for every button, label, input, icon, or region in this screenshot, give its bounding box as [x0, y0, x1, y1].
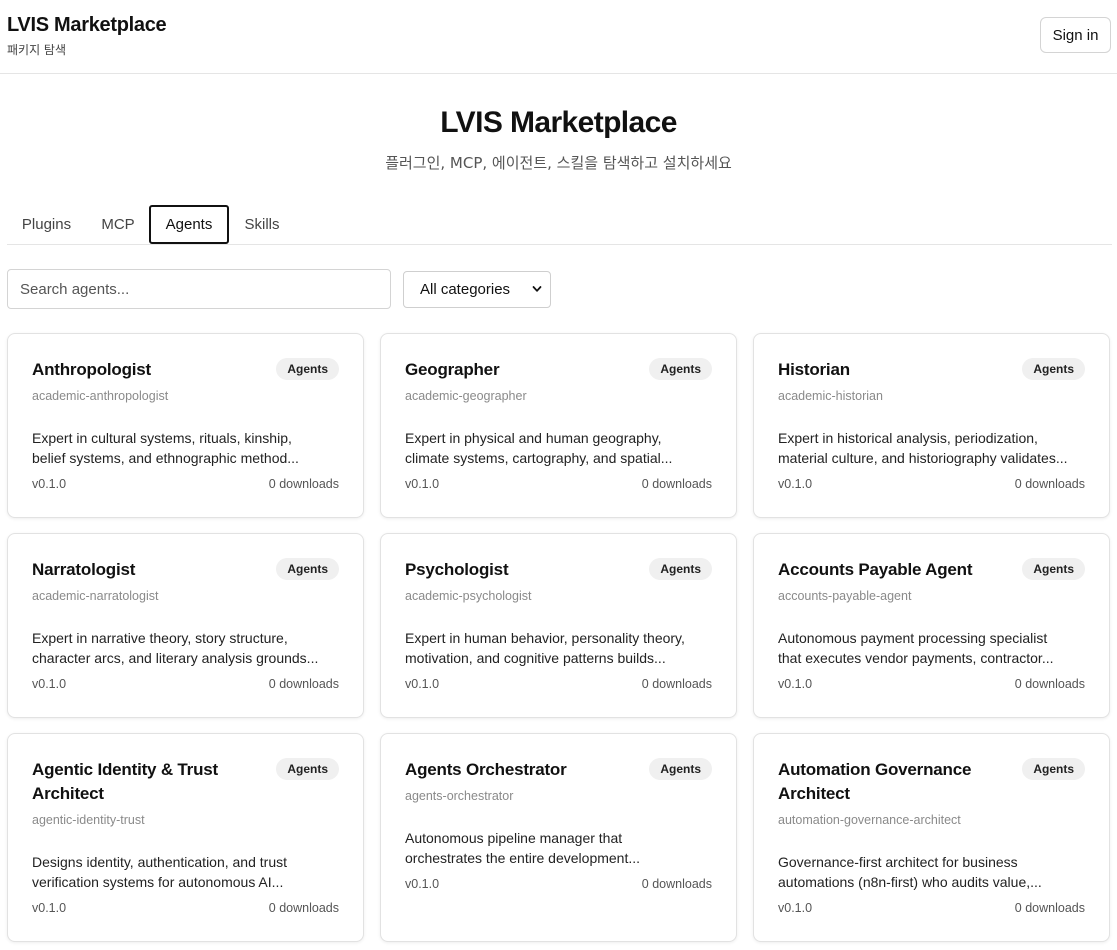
type-badge: Agents	[276, 758, 339, 780]
card-title[interactable]: Narratologist	[32, 558, 252, 582]
page-subtitle: 플러그인, MCP, 에이전트, 스킬을 탐색하고 설치하세요	[385, 154, 732, 172]
brand-title[interactable]: LVIS Marketplace	[7, 14, 167, 37]
type-badge: Agents	[1022, 358, 1085, 380]
page-title: LVIS Marketplace	[440, 106, 677, 139]
card-version: v0.1.0	[32, 901, 67, 915]
card-downloads: 0 downloads	[1014, 477, 1085, 491]
card-description: Expert in physical and human geography, c…	[405, 430, 673, 466]
card-description: Designs identity, authentication, and tr…	[32, 854, 288, 890]
card-downloads: 0 downloads	[268, 677, 339, 691]
card-version: v0.1.0	[778, 477, 813, 491]
category-tabs: Plugins MCP Agents Skills	[7, 205, 1112, 245]
card-version: v0.1.0	[778, 677, 813, 691]
package-card[interactable]: Anthropologist Agents academic-anthropol…	[7, 333, 364, 518]
type-badge: Agents	[276, 358, 339, 380]
card-version: v0.1.0	[405, 877, 440, 891]
card-downloads: 0 downloads	[1014, 677, 1085, 691]
card-version: v0.1.0	[405, 477, 440, 491]
package-card[interactable]: Historian Agents academic-historian Expe…	[753, 333, 1110, 518]
type-badge: Agents	[1022, 758, 1085, 780]
card-slug: academic-geographer	[405, 389, 527, 403]
card-title[interactable]: Agents Orchestrator	[405, 758, 625, 782]
chevron-down-icon	[532, 286, 542, 292]
card-downloads: 0 downloads	[641, 877, 712, 891]
card-title[interactable]: Anthropologist	[32, 358, 252, 382]
card-title[interactable]: Agentic Identity & Trust Architect	[32, 758, 252, 806]
card-version: v0.1.0	[405, 677, 440, 691]
card-description: Autonomous pipeline manager that orchestr…	[405, 830, 641, 866]
type-badge: Agents	[649, 758, 712, 780]
card-version: v0.1.0	[778, 901, 813, 915]
card-slug: academic-historian	[778, 389, 883, 403]
tab-skills[interactable]: Skills	[233, 205, 291, 244]
card-title[interactable]: Automation Governance Architect	[778, 758, 998, 806]
tab-agents[interactable]: Agents	[149, 205, 229, 244]
card-description: Governance-first architect for business a…	[778, 854, 1042, 890]
card-slug: automation-governance-architect	[778, 813, 961, 827]
category-select[interactable]: All categories	[403, 271, 551, 308]
card-description: Expert in historical analysis, periodiza…	[778, 430, 1068, 466]
tab-plugins[interactable]: Plugins	[7, 205, 86, 244]
card-description: Autonomous payment processing specialist…	[778, 630, 1054, 666]
search-input[interactable]	[7, 269, 391, 309]
card-description: Expert in human behavior, personality th…	[405, 630, 685, 666]
card-slug: accounts-payable-agent	[778, 589, 912, 603]
card-description: Expert in narrative theory, story struct…	[32, 630, 319, 666]
type-badge: Agents	[649, 358, 712, 380]
package-card[interactable]: Psychologist Agents academic-psychologis…	[380, 533, 737, 718]
sign-in-button[interactable]: Sign in	[1040, 17, 1111, 53]
card-title[interactable]: Historian	[778, 358, 998, 382]
card-version: v0.1.0	[32, 677, 67, 691]
package-card[interactable]: Agentic Identity & Trust Architect Agent…	[7, 733, 364, 942]
card-title[interactable]: Geographer	[405, 358, 625, 382]
brand-subtitle: 패키지 탐색	[7, 43, 67, 57]
card-slug: agents-orchestrator	[405, 789, 514, 803]
card-slug: academic-psychologist	[405, 589, 532, 603]
card-downloads: 0 downloads	[1014, 901, 1085, 915]
card-slug: academic-anthropologist	[32, 389, 169, 403]
package-card[interactable]: Narratologist Agents academic-narratolog…	[7, 533, 364, 718]
type-badge: Agents	[276, 558, 339, 580]
package-card[interactable]: Geographer Agents academic-geographer Ex…	[380, 333, 737, 518]
type-badge: Agents	[1022, 558, 1085, 580]
package-card[interactable]: Accounts Payable Agent Agents accounts-p…	[753, 533, 1110, 718]
card-description: Expert in cultural systems, rituals, kin…	[32, 430, 299, 466]
tab-mcp[interactable]: MCP	[91, 205, 145, 244]
card-slug: agentic-identity-trust	[32, 813, 145, 827]
type-badge: Agents	[649, 558, 712, 580]
card-title[interactable]: Accounts Payable Agent	[778, 558, 998, 582]
card-downloads: 0 downloads	[268, 901, 339, 915]
category-select-value: All categories	[420, 281, 511, 298]
package-card[interactable]: Automation Governance Architect Agents a…	[753, 733, 1110, 942]
card-title[interactable]: Psychologist	[405, 558, 625, 582]
package-card[interactable]: Agents Orchestrator Agents agents-orches…	[380, 733, 737, 942]
card-version: v0.1.0	[32, 477, 67, 491]
card-downloads: 0 downloads	[268, 477, 339, 491]
card-downloads: 0 downloads	[641, 677, 712, 691]
card-slug: academic-narratologist	[32, 589, 159, 603]
card-downloads: 0 downloads	[641, 477, 712, 491]
top-bar: LVIS Marketplace 패키지 탐색 Sign in	[0, 0, 1117, 74]
